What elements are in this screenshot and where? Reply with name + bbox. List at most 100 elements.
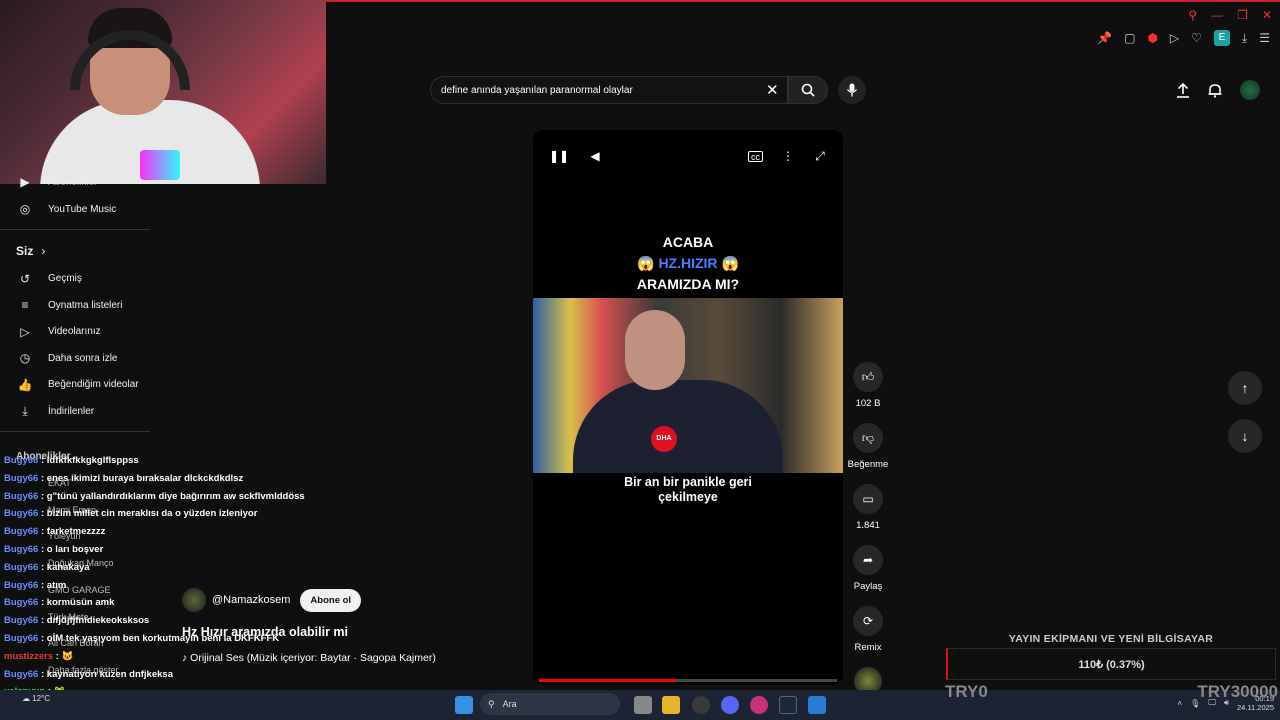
donation-goal-progress: 110₺ (0.37%) bbox=[1078, 658, 1145, 671]
search-query-text: define anında yaşanılan paranormal olayl… bbox=[441, 84, 633, 96]
taskbar-search[interactable]: ⚲ Ara bbox=[480, 693, 620, 715]
pause-icon[interactable]: ❚❚ bbox=[549, 148, 569, 164]
obs-icon[interactable] bbox=[692, 696, 710, 714]
sidebar-you-header[interactable]: Siz › bbox=[0, 236, 160, 266]
menu-icon[interactable]: ☰ bbox=[1259, 31, 1270, 45]
like-count: 102 B bbox=[855, 398, 881, 409]
overlay-line: 😱 HZ.HIZIR 😱 bbox=[533, 253, 843, 274]
chat-text: dıfjdjfjfnidiekeoksksos bbox=[46, 615, 150, 627]
chat-username[interactable]: Bugy66 bbox=[4, 597, 38, 608]
comments-button[interactable]: ▭ 1.841 bbox=[848, 484, 888, 531]
heart-icon[interactable]: ♡ bbox=[1191, 31, 1202, 45]
screen: ⚲ — ❐ ✕ 📌 ▢ ⬢ ▷ ♡ E ⤓ ☰ ▶ Abonelikler ◎ … bbox=[0, 0, 1280, 720]
video-caption: Bir an bir panikle geri çekilmeye bbox=[533, 475, 843, 505]
search-icon[interactable]: ⚲ bbox=[1188, 8, 1197, 22]
chevron-up-icon[interactable]: ˄ bbox=[1177, 699, 1182, 708]
shield-icon[interactable]: ⬢ bbox=[1147, 31, 1157, 45]
sidebar-item-label: İndirilenler bbox=[48, 405, 95, 417]
downloads-icon: ⤓ bbox=[22, 403, 28, 418]
sidebar-item-playlists[interactable]: ≡ Oynatma listeleri bbox=[0, 292, 160, 319]
search-button[interactable] bbox=[788, 76, 828, 104]
divider bbox=[0, 228, 150, 230]
steam-icon[interactable] bbox=[779, 696, 797, 714]
search-input[interactable]: define anında yaşanılan paranormal olayl… bbox=[430, 76, 788, 104]
sidebar-item-liked-videos[interactable]: 👍 Beğendiğim videolar bbox=[0, 372, 160, 399]
previous-short-button[interactable]: ↑ bbox=[1228, 371, 1262, 405]
progress-fill bbox=[539, 679, 677, 682]
file-explorer-icon[interactable] bbox=[662, 696, 680, 714]
discord-icon[interactable] bbox=[721, 696, 739, 714]
thumbs-down-icon: 👎︎ bbox=[853, 423, 883, 453]
search-icon: ⚲ bbox=[488, 698, 495, 709]
minimize-icon[interactable]: — bbox=[1211, 8, 1223, 22]
chat-username[interactable]: mustizzers bbox=[4, 651, 53, 662]
play-icon[interactable]: ▷ bbox=[1170, 31, 1179, 45]
upload-icon[interactable] bbox=[1176, 82, 1190, 98]
liked-videos-icon: 👍 bbox=[17, 377, 33, 392]
chat-username[interactable]: Bugy66 bbox=[4, 615, 38, 626]
remix-icon: ⟳ bbox=[853, 606, 883, 636]
sidebar-item-watch-later[interactable]: ◷ Daha sonra izle bbox=[0, 345, 160, 372]
notifications-bell-icon[interactable] bbox=[1208, 83, 1222, 98]
fullscreen-icon[interactable]: ⤢ bbox=[812, 148, 828, 164]
captions-icon[interactable]: cc bbox=[748, 151, 763, 162]
caption-line: çekilmeye bbox=[658, 490, 718, 504]
chat-text: kormüsün amk bbox=[46, 597, 115, 609]
avatar[interactable] bbox=[1240, 80, 1260, 100]
sidebar-item-youtube-music[interactable]: ◎ YouTube Music bbox=[0, 196, 160, 223]
chat-username[interactable]: Bugy66 bbox=[4, 562, 38, 573]
chat-message: Bugy66 : oİM tek yaşıyom ben korkutmayın… bbox=[4, 632, 280, 644]
voice-search-button[interactable] bbox=[838, 76, 866, 104]
like-button[interactable]: 👍︎ 102 B bbox=[848, 362, 888, 409]
donation-goal-bar: 110₺ (0.37%) bbox=[946, 648, 1276, 680]
remix-button[interactable]: ⟳ Remix bbox=[848, 606, 888, 653]
section-title: Siz bbox=[16, 243, 34, 258]
dislike-button[interactable]: 👎︎ Beğenme bbox=[848, 423, 888, 470]
app-icon[interactable] bbox=[808, 696, 826, 714]
chat-text: enes ikimizi buraya bıraksalar dlckckdkd… bbox=[46, 472, 244, 484]
restore-icon[interactable]: ❐ bbox=[1237, 8, 1248, 22]
interviewee-head bbox=[625, 310, 685, 390]
sidebar-item-downloads[interactable]: ⤓ İndirilenler bbox=[0, 398, 160, 425]
share-button[interactable]: ➦ Paylaş bbox=[848, 545, 888, 592]
chat-username[interactable]: Bugy66 bbox=[4, 473, 38, 484]
chat-username[interactable]: Bugy66 bbox=[4, 455, 38, 466]
browser-app-icon[interactable] bbox=[750, 696, 768, 714]
chat-username[interactable]: Bugy66 bbox=[4, 526, 38, 537]
chat-message: Bugy66 : enes ikimizi buraya bıraksalar … bbox=[4, 472, 244, 484]
chat-text: bizim millet cin meraklısı da o yüzden i… bbox=[46, 508, 258, 520]
extension-e-icon[interactable]: E bbox=[1213, 30, 1230, 46]
chat-message: Bugy66 : bizim millet cin meraklısı da o… bbox=[4, 508, 258, 520]
sidebar-item-label: Beğendiğim videolar bbox=[48, 379, 139, 391]
pin-icon[interactable]: 📌 bbox=[1097, 31, 1112, 45]
sidebar-item-history[interactable]: ↺ Geçmiş bbox=[0, 266, 160, 293]
clear-search-icon[interactable]: ✕ bbox=[766, 81, 779, 99]
close-icon[interactable]: ✕ bbox=[1262, 8, 1272, 22]
chat-username[interactable]: Bugy66 bbox=[4, 491, 38, 502]
weather-temp: 12°C bbox=[32, 694, 51, 703]
sidebar-item-label: Videolarınız bbox=[48, 326, 101, 338]
sidebar-item-your-videos[interactable]: ▷ Videolarınız bbox=[0, 319, 160, 346]
windows-start-icon[interactable] bbox=[455, 696, 473, 714]
shorts-player[interactable]: ❚❚ ◀ cc ⋮ ⤢ ACABA 😱 HZ.HIZIR 😱 ARAMIZDA … bbox=[533, 130, 843, 685]
volume-icon[interactable]: ◀ bbox=[587, 148, 603, 164]
tab-icon[interactable]: ▢ bbox=[1124, 31, 1135, 45]
chat-username[interactable]: Bugy66 bbox=[4, 633, 38, 644]
chat-username[interactable]: Bugy66 bbox=[4, 669, 38, 680]
chat-username[interactable]: Bugy66 bbox=[4, 508, 38, 519]
next-short-button[interactable]: ↓ bbox=[1228, 419, 1262, 453]
scream-emoji-icon: 😱 bbox=[721, 255, 739, 271]
clock-date: 24.11.2025 bbox=[1237, 703, 1274, 712]
chat-username[interactable]: Bugy66 bbox=[4, 544, 38, 555]
more-options-icon[interactable]: ⋮ bbox=[780, 148, 796, 164]
playlists-icon: ≡ bbox=[21, 298, 29, 313]
search-icon bbox=[801, 83, 815, 97]
video-progress-bar[interactable] bbox=[539, 679, 837, 682]
chat-username[interactable]: Bugy66 bbox=[4, 580, 38, 591]
weather-widget[interactable]: ☁ 12°C bbox=[22, 694, 50, 703]
window-controls: ⚲ — ❐ ✕ bbox=[1188, 8, 1272, 22]
thumbs-up-icon: 👍︎ bbox=[853, 362, 883, 392]
share-label: Paylaş bbox=[853, 581, 883, 592]
task-view-icon[interactable] bbox=[634, 696, 652, 714]
download-icon[interactable]: ⤓ bbox=[1242, 31, 1247, 46]
